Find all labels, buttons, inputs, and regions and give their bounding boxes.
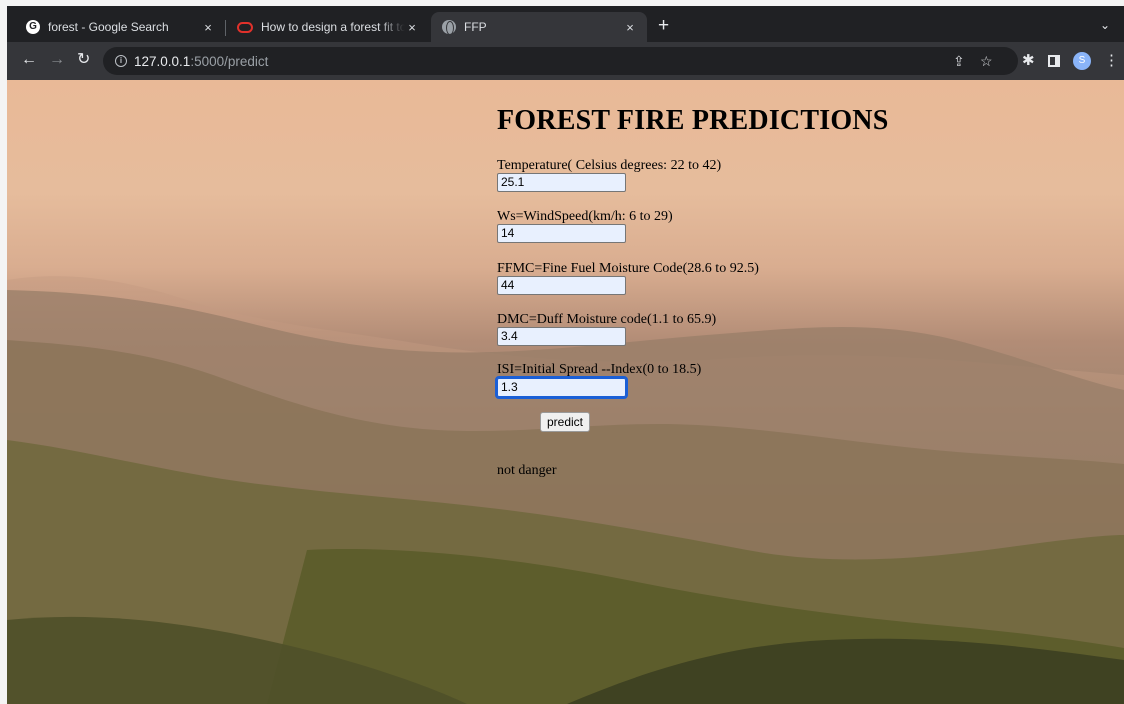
predict-button[interactable]: predict xyxy=(540,412,590,432)
isi-label: ISI=Initial Spread --Index(0 to 18.5) xyxy=(497,362,702,377)
tab-search-chevron-icon[interactable]: ⌄ xyxy=(1100,18,1110,32)
ffmc-input[interactable]: 44 xyxy=(497,276,626,295)
side-panel-icon[interactable] xyxy=(1048,55,1060,67)
dmc-label: DMC=Duff Moisture code(1.1 to 65.9) xyxy=(497,312,717,327)
menu-kebab-icon[interactable]: ⋮ xyxy=(1104,52,1119,70)
back-arrow-icon[interactable]: ← xyxy=(21,51,37,69)
tab-title: forest - Google Search xyxy=(48,20,169,34)
share-icon[interactable]: ⇪ xyxy=(953,53,965,70)
temperature-label: Temperature( Celsius degrees: 22 to 42) xyxy=(497,158,722,173)
reload-icon[interactable]: ↻ xyxy=(77,51,90,69)
google-icon xyxy=(26,20,40,34)
tab-forest-design[interactable]: How to design a forest fit to ho × xyxy=(226,12,429,42)
url-path: :5000/predict xyxy=(190,53,269,69)
temperature-input[interactable]: 25.1 xyxy=(497,173,626,192)
page-viewport: FOREST FIRE PREDICTIONS Temperature( Cel… xyxy=(7,80,1124,704)
windspeed-label: Ws=WindSpeed(km/h: 6 to 29) xyxy=(497,209,673,224)
dmc-input[interactable]: 3.4 xyxy=(497,327,626,346)
isi-input[interactable]: 1.3 xyxy=(495,376,628,399)
oracle-icon xyxy=(237,21,253,33)
url-text[interactable]: 127.0.0.1:5000/predict xyxy=(134,54,268,69)
url-host: 127.0.0.1 xyxy=(134,53,191,69)
tab-title: How to design a forest fit to ho xyxy=(261,20,405,34)
prediction-result: not danger xyxy=(497,463,557,478)
ffmc-label: FFMC=Fine Fuel Moisture Code(28.6 to 92.… xyxy=(497,261,759,276)
tab-title: FFP xyxy=(464,20,487,34)
close-icon[interactable]: × xyxy=(623,20,637,35)
globe-icon xyxy=(442,20,456,35)
page-title: FOREST FIRE PREDICTIONS xyxy=(497,105,889,136)
extensions-puzzle-icon[interactable]: ✱ xyxy=(1022,52,1035,70)
site-info-icon[interactable]: i xyxy=(115,55,127,67)
close-icon[interactable]: × xyxy=(405,20,419,35)
new-tab-button[interactable]: + xyxy=(658,16,669,35)
close-icon[interactable]: × xyxy=(201,20,215,35)
tab-ffp[interactable]: FFP × xyxy=(431,12,647,42)
browser-window: forest - Google Search × How to design a… xyxy=(7,6,1124,704)
tab-strip: forest - Google Search × How to design a… xyxy=(7,6,1124,42)
address-bar[interactable]: i 127.0.0.1:5000/predict ⇪ ☆ xyxy=(103,47,1018,75)
tab-google-search[interactable]: forest - Google Search × xyxy=(15,12,225,42)
browser-toolbar: ← → ↻ i 127.0.0.1:5000/predict ⇪ ☆ ✱ S ⋮ xyxy=(7,42,1124,80)
bookmark-star-icon[interactable]: ☆ xyxy=(980,53,993,70)
avatar[interactable]: S xyxy=(1073,52,1091,70)
windspeed-input[interactable]: 14 xyxy=(497,224,626,243)
forward-arrow-icon[interactable]: → xyxy=(49,51,65,69)
